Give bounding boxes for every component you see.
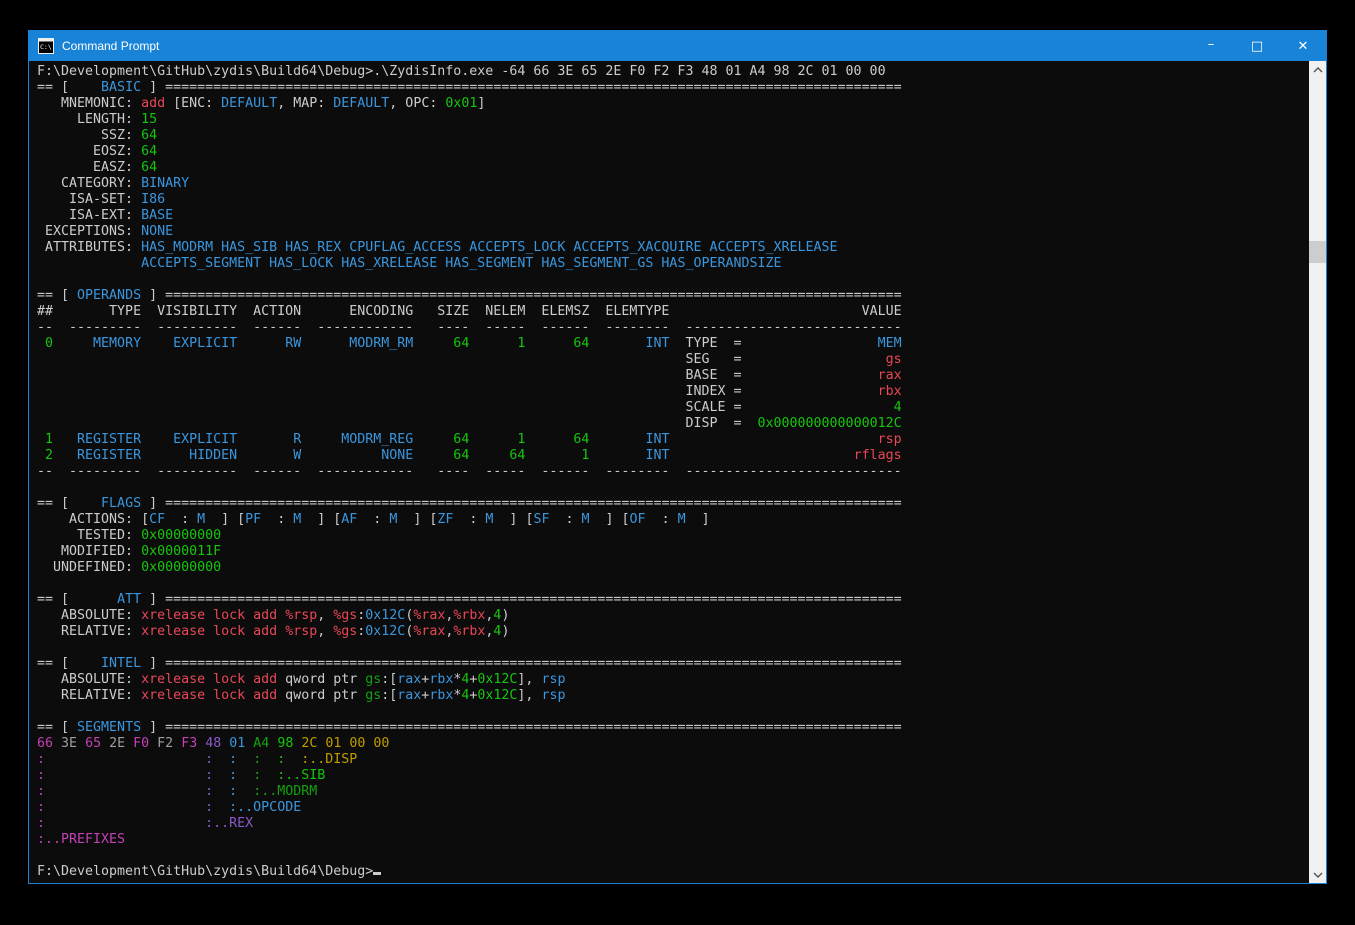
svg-text:C:\: C:\ xyxy=(40,43,52,51)
scroll-down-icon[interactable] xyxy=(1309,866,1326,883)
titlebar: C:\ Command Prompt – □ ✕ xyxy=(29,31,1326,61)
command-prompt-window: C:\ Command Prompt – □ ✕ F:\Development\… xyxy=(28,30,1327,884)
maximize-button[interactable]: □ xyxy=(1234,31,1280,61)
minimize-button[interactable]: – xyxy=(1188,31,1234,61)
terminal-output[interactable]: F:\Development\GitHub\zydis\Build64\Debu… xyxy=(29,61,1326,880)
terminal-body: F:\Development\GitHub\zydis\Build64\Debu… xyxy=(29,61,1326,883)
window-title: Command Prompt xyxy=(62,39,1188,53)
scroll-thumb[interactable] xyxy=(1309,241,1326,263)
scroll-up-icon[interactable] xyxy=(1309,61,1326,78)
close-button[interactable]: ✕ xyxy=(1280,31,1326,61)
scrollbar[interactable] xyxy=(1309,61,1326,883)
cmd-icon[interactable]: C:\ xyxy=(38,38,54,54)
